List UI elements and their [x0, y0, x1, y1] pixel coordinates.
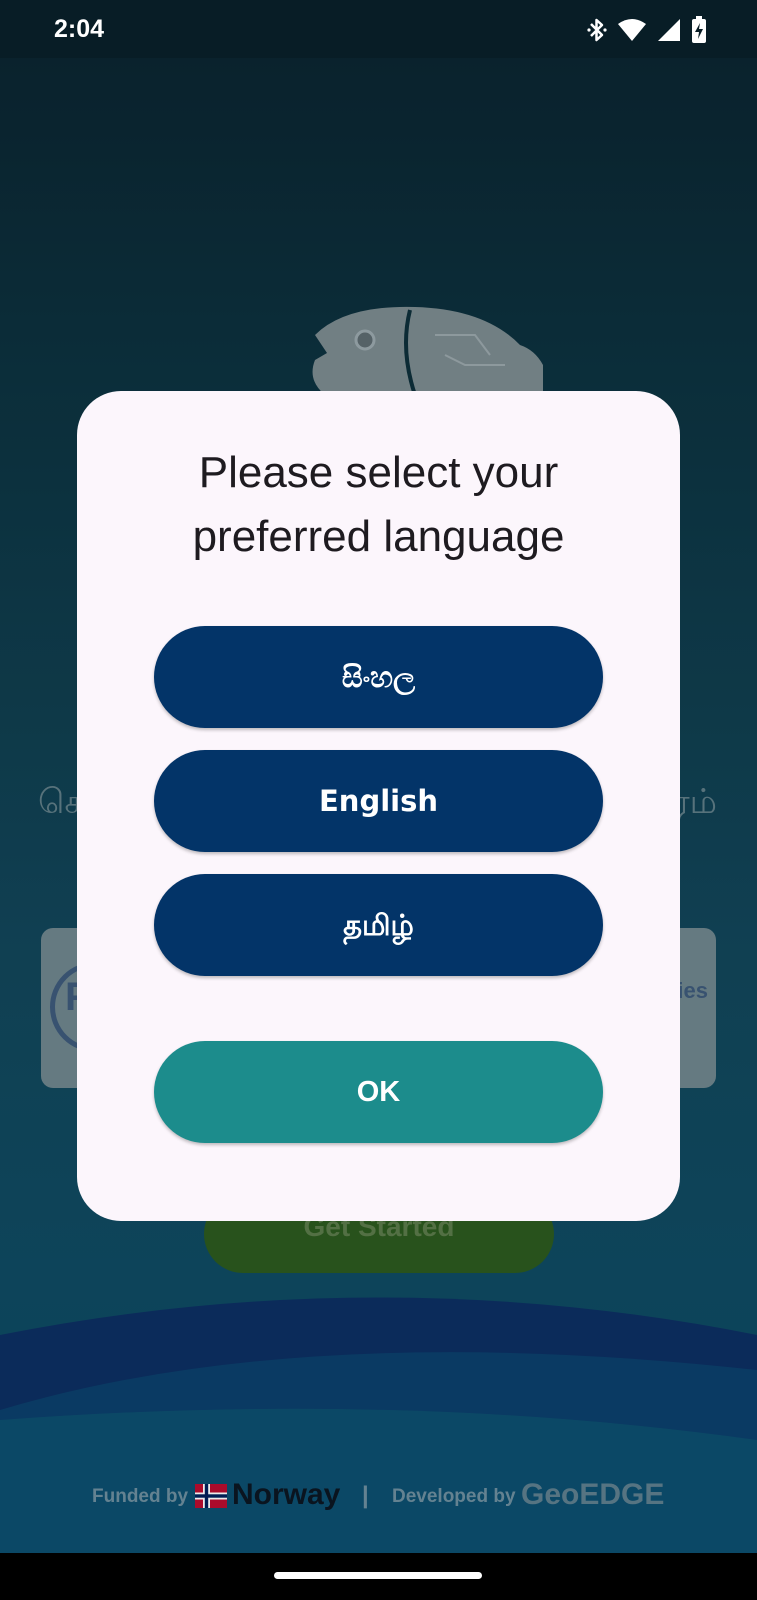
language-dialog: Please select your preferred language සි…	[77, 391, 680, 1221]
wifi-icon	[618, 19, 646, 41]
dialog-title-line1: Please select your	[198, 448, 559, 497]
signal-icon	[658, 19, 680, 41]
ok-button[interactable]: OK	[154, 1041, 603, 1143]
app-screen: 2:04 செ ரம் ies Get Started Funded by No…	[0, 0, 757, 1600]
navigation-bar	[0, 1553, 757, 1600]
dialog-title-line2: preferred language	[192, 512, 565, 561]
bluetooth-icon	[587, 18, 607, 42]
status-bar: 2:04	[0, 0, 757, 58]
language-button-english[interactable]: English	[154, 750, 603, 852]
language-button-tamil[interactable]: தமிழ்	[154, 874, 603, 976]
dialog-title: Please select your preferred language	[77, 441, 680, 569]
battery-charging-icon	[692, 16, 706, 43]
language-button-sinhala[interactable]: සිංහල	[154, 626, 603, 728]
home-gesture-handle[interactable]	[274, 1572, 482, 1579]
status-icons	[587, 16, 707, 44]
status-time: 2:04	[54, 15, 105, 43]
